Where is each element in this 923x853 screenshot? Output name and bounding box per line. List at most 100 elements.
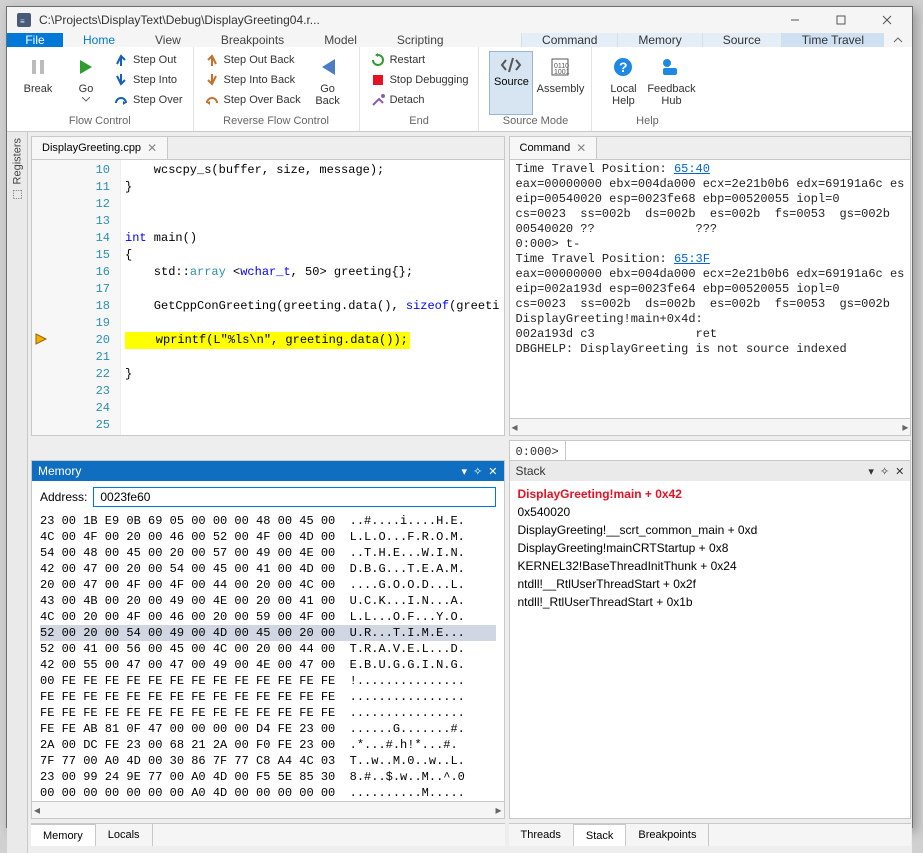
menu-view[interactable]: View <box>135 33 201 47</box>
code-editor[interactable]: 10111213141516171819202122232425 wcscpy_… <box>32 160 504 435</box>
svg-text:≡: ≡ <box>20 17 25 26</box>
minimize-button[interactable] <box>772 7 818 33</box>
help-label: Help <box>602 115 692 131</box>
stack-frame[interactable]: 0x540020 <box>518 503 903 521</box>
assembly-mode-button[interactable]: 01101001 Assembly <box>539 51 581 113</box>
close-button[interactable] <box>864 7 910 33</box>
dropdown-icon[interactable]: ▾ <box>462 465 468 478</box>
dropdown-icon[interactable]: ▾ <box>868 465 874 478</box>
step-out-icon <box>113 52 129 68</box>
menu-scripting[interactable]: Scripting <box>377 33 464 47</box>
stack-frame[interactable]: ntdll!__RtlUserThreadStart + 0x2f <box>518 575 903 593</box>
memory-tab-locals[interactable]: Locals <box>96 824 153 846</box>
stack-frame[interactable]: ntdll!_RtlUserThreadStart + 0x1b <box>518 593 903 611</box>
app-icon: ≡ <box>15 11 33 29</box>
ribbon-group-source-mode: Source 01101001 Assembly Source Mode <box>479 47 592 131</box>
svg-text:1001: 1001 <box>554 69 570 76</box>
registers-tab[interactable]: ⬚ Registers <box>11 138 24 201</box>
pin-icon[interactable]: ✧ <box>880 465 889 478</box>
source-tab-bar: DisplayGreeting.cpp ✕ <box>32 137 504 160</box>
stack-frame[interactable]: DisplayGreeting!__scrt_common_main + 0xd <box>518 521 903 539</box>
source-tab[interactable]: DisplayGreeting.cpp ✕ <box>32 137 168 159</box>
close-icon[interactable]: ✕ <box>576 141 586 155</box>
restart-button[interactable]: Restart <box>370 51 469 69</box>
memory-address-row: Address: <box>32 481 504 513</box>
detach-icon <box>370 92 386 108</box>
scroll-left-icon[interactable]: ◂ <box>512 420 518 434</box>
window-title: C:\Projects\DisplayText\Debug\DisplayGre… <box>39 13 772 27</box>
step-over-back-button[interactable]: Step Over Back <box>204 91 301 109</box>
memory-tab-memory[interactable]: Memory <box>31 824 96 846</box>
play-icon <box>72 53 100 81</box>
context-tab-source[interactable]: Source <box>702 33 781 47</box>
stack-frame[interactable]: DisplayGreeting!main + 0x42 <box>518 485 903 503</box>
maximize-button[interactable] <box>818 7 864 33</box>
ribbon-group-flow: Break Go Step Out Step In <box>7 47 194 131</box>
feedback-hub-button[interactable]: Feedback Hub <box>650 51 692 113</box>
stop-debugging-button[interactable]: Stop Debugging <box>370 71 469 89</box>
close-icon[interactable]: ✕ <box>147 141 157 155</box>
stack-frame[interactable]: DisplayGreeting!mainCRTStartup + 0x8 <box>518 539 903 557</box>
stack-list[interactable]: DisplayGreeting!main + 0x420x540020Displ… <box>510 481 911 818</box>
sidebar-strip: ⬚ Registers <box>7 132 28 853</box>
restart-icon <box>370 52 386 68</box>
context-tab-timetravel[interactable]: Time Travel <box>781 33 884 47</box>
menu-home[interactable]: Home <box>63 33 135 47</box>
menu-bar: File Home View Breakpoints Model Scripti… <box>7 33 912 47</box>
pin-icon[interactable]: ✧ <box>473 465 482 478</box>
memory-view[interactable]: 23 00 1B E9 0B 69 05 00 00 00 48 00 45 0… <box>32 513 504 801</box>
memory-hscroll[interactable]: ◂ ▸ <box>32 801 504 818</box>
local-help-button[interactable]: ? Local Help <box>602 51 644 113</box>
step-out-button[interactable]: Step Out <box>113 51 183 69</box>
scroll-left-icon[interactable]: ◂ <box>34 803 40 817</box>
ribbon-collapse-button[interactable] <box>884 33 912 47</box>
command-hscroll[interactable]: ◂ ▸ <box>510 418 911 435</box>
stack-tab-threads[interactable]: Threads <box>509 824 574 846</box>
menu-file[interactable]: File <box>7 33 63 47</box>
source-mode-label: Source Mode <box>489 115 581 131</box>
assembly-icon: 01101001 <box>546 53 574 81</box>
command-tab-bar: Command ✕ <box>510 137 911 160</box>
step-over-icon <box>113 92 129 108</box>
step-over-button[interactable]: Step Over <box>113 91 183 109</box>
stack-frame[interactable]: KERNEL32!BaseThreadInitThunk + 0x24 <box>518 557 903 575</box>
content-area: ⬚ Registers DisplayGreeting.cpp ✕ 101112… <box>7 132 912 853</box>
context-tabs: Command Memory Source Time Travel <box>521 33 884 47</box>
break-button[interactable]: Break <box>17 51 59 113</box>
scroll-right-icon[interactable]: ▸ <box>495 803 501 817</box>
address-input[interactable] <box>93 487 495 507</box>
menu-breakpoints[interactable]: Breakpoints <box>201 33 304 47</box>
memory-pane-title: Memory ▾ ✧ ✕ <box>32 461 504 481</box>
pause-icon <box>24 53 52 81</box>
ribbon-group-end: Restart Stop Debugging Detach End <box>360 47 480 131</box>
step-into-button[interactable]: Step Into <box>113 71 183 89</box>
context-tab-memory[interactable]: Memory <box>617 33 701 47</box>
step-out-back-button[interactable]: Step Out Back <box>204 51 301 69</box>
context-tab-command[interactable]: Command <box>521 33 617 47</box>
go-back-button[interactable]: Go Back <box>307 51 349 113</box>
ribbon: Break Go Step Out Step In <box>7 47 912 132</box>
close-icon[interactable]: ✕ <box>488 465 497 478</box>
step-into-back-button[interactable]: Step Into Back <box>204 71 301 89</box>
dropdown-icon <box>82 97 90 103</box>
source-mode-button[interactable]: Source <box>489 51 533 115</box>
memory-pane: Memory ▾ ✧ ✕ Address: 23 00 1B E9 0B 69 … <box>31 460 505 819</box>
go-button[interactable]: Go <box>65 51 107 113</box>
menu-model[interactable]: Model <box>304 33 377 47</box>
feedback-icon <box>657 53 685 81</box>
stack-pane: Stack ▾ ✧ ✕ DisplayGreeting!main + 0x420… <box>509 460 912 819</box>
close-icon[interactable]: ✕ <box>895 465 904 478</box>
command-tab[interactable]: Command ✕ <box>510 137 598 159</box>
command-pane: Command ✕ Time Travel Position: 65:40 ea… <box>509 136 912 436</box>
pin-icon: ⬚ <box>11 188 24 201</box>
stack-tab-breakpoints[interactable]: Breakpoints <box>626 824 709 846</box>
svg-text:?: ? <box>619 59 628 75</box>
address-label: Address: <box>40 490 87 504</box>
command-output[interactable]: Time Travel Position: 65:40 eax=00000000… <box>510 160 911 418</box>
step-into-icon <box>113 72 129 88</box>
scroll-right-icon[interactable]: ▸ <box>902 420 908 434</box>
stack-tab-stack[interactable]: Stack <box>574 824 627 846</box>
app-window: ≡ C:\Projects\DisplayText\Debug\DisplayG… <box>6 6 913 828</box>
flow-control-label: Flow Control <box>17 115 183 131</box>
detach-button[interactable]: Detach <box>370 91 469 109</box>
